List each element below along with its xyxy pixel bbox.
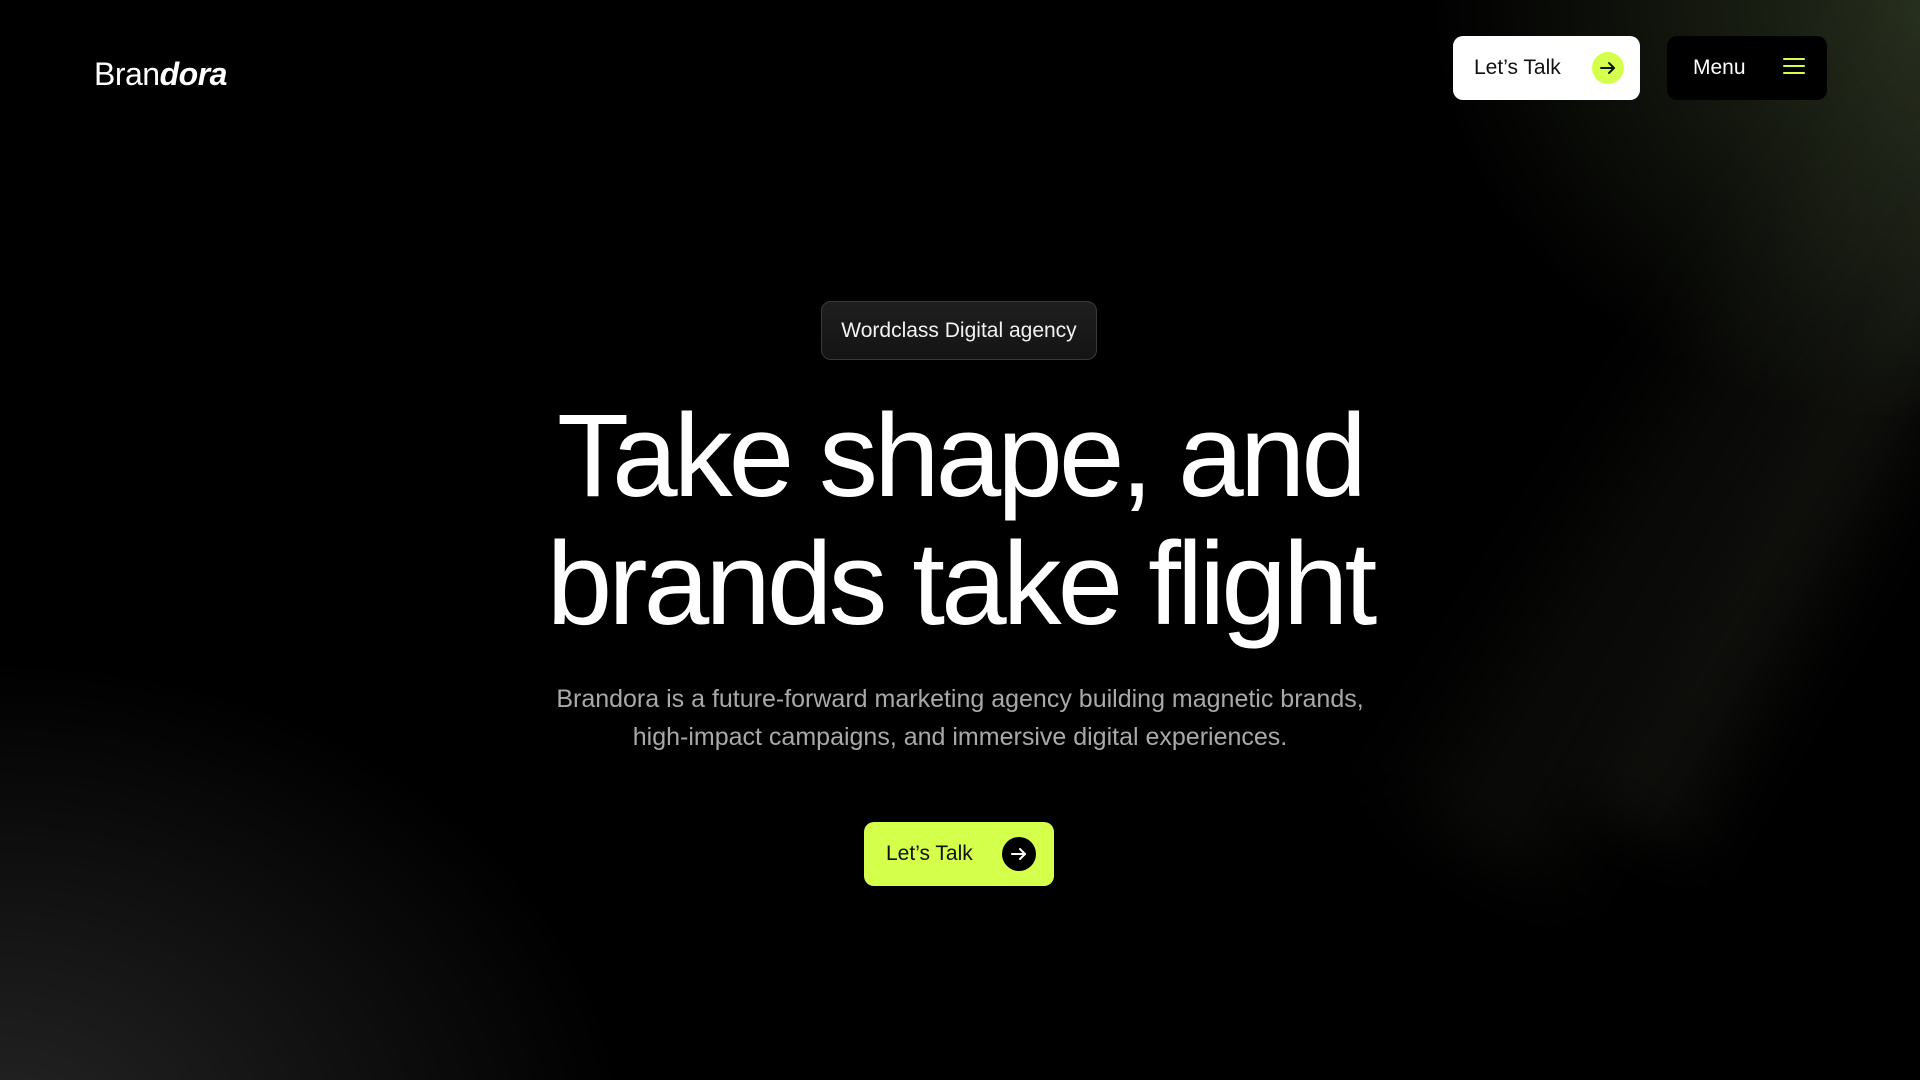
- hero-page: Brandora Let’s Talk Menu Wordclass Digit…: [0, 0, 1920, 1080]
- hero-description: Brandora is a future-forward marketing a…: [0, 680, 1920, 756]
- logo-bold-text: dora: [159, 56, 228, 92]
- header-lets-talk-label: Let’s Talk: [1474, 56, 1561, 79]
- headline-line-2: brands take flight: [546, 518, 1378, 650]
- header-lets-talk-button[interactable]: Let’s Talk: [1453, 36, 1640, 100]
- hero-lets-talk-button[interactable]: Let’s Talk: [864, 822, 1054, 886]
- hamburger-icon: [1783, 57, 1805, 80]
- menu-label: Menu: [1693, 56, 1746, 79]
- hero-lets-talk-label: Let’s Talk: [886, 842, 973, 865]
- logo-regular-text: Bran: [94, 56, 160, 92]
- arrow-right-icon: [1592, 52, 1624, 84]
- brand-logo[interactable]: Brandora: [94, 56, 227, 93]
- description-line-1: Brandora is a future-forward marketing a…: [556, 685, 1364, 713]
- hero-headline: Take shape, and brands take flight: [0, 392, 1920, 648]
- headline-line-1: Take shape, and: [557, 390, 1367, 522]
- menu-button[interactable]: Menu: [1667, 36, 1827, 100]
- agency-badge: Wordclass Digital agency: [821, 301, 1097, 360]
- arrow-right-icon: [1002, 837, 1036, 871]
- description-line-2: high-impact campaigns, and immersive dig…: [632, 723, 1288, 751]
